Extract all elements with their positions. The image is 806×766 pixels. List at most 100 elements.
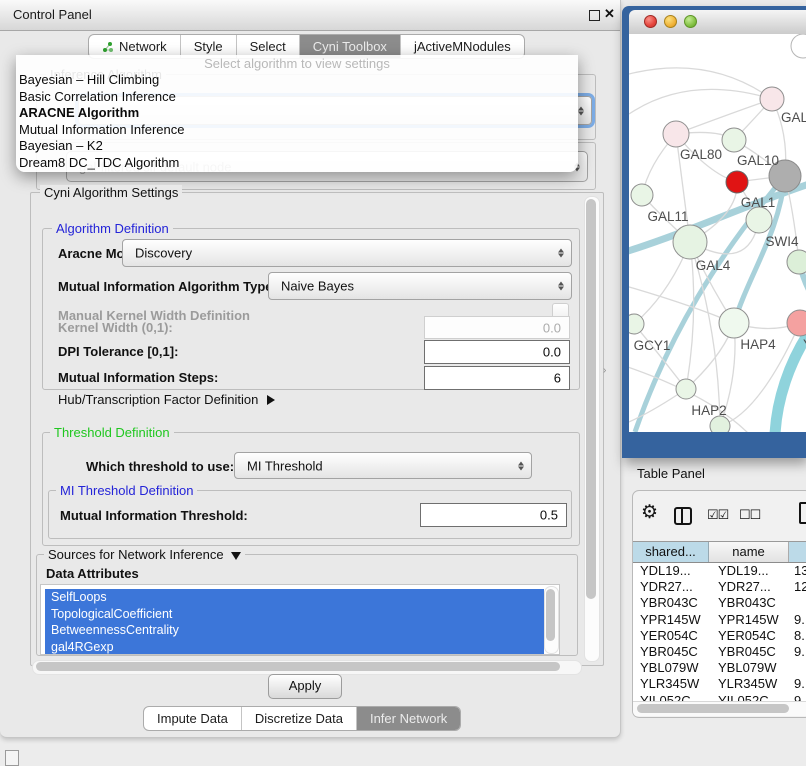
data-attributes-list[interactable]: SelfLoopsTopologicalCoefficientBetweenne… [40,584,560,655]
attribute-item-topologicalcoefficient[interactable]: TopologicalCoefficient [45,606,544,623]
collapsed-arrow-icon [267,395,275,405]
apply-button[interactable]: Apply [268,674,342,699]
network-node[interactable] [710,416,730,432]
table-hscrollbar-track[interactable] [633,701,806,716]
network-node[interactable] [787,250,806,274]
table-panel: ⚙ ☑☑ ☐☐ shared... name YDL19...YDL19...1… [632,490,806,718]
close-traffic-light-icon[interactable] [644,15,657,28]
network-node-gal11[interactable] [631,184,653,206]
which-threshold-value: MI Threshold [247,458,323,473]
dropdown-item-dream8-dc-tdc-algorithm[interactable]: Dream8 DC_TDC Algorithm [16,155,578,172]
node-label: HAP4 [740,337,776,352]
float-window-icon[interactable] [589,10,600,21]
network-node-gal10[interactable] [722,128,746,152]
network-node-swi4[interactable] [746,207,772,233]
table-row[interactable]: YIL052CYIL052C9 [633,693,806,702]
column-header-partial[interactable] [789,542,806,562]
which-threshold-label: Which threshold to use: [86,459,234,474]
dropdown-item-basic-correlation-inference[interactable]: Basic Correlation Inference [16,89,578,106]
node-label: GAL80 [680,147,722,162]
minimize-traffic-light-icon[interactable] [664,15,677,28]
combo-arrows-icon [518,460,524,471]
kernel-width-value: 0.0 [543,320,561,335]
threshold-definition-title: Threshold Definition [50,425,174,440]
table-rows: YDL19...YDL19...13YDR27...YDR27...12YBR0… [633,563,806,701]
network-node-hap2[interactable] [676,379,696,399]
mi-threshold-value: 0.5 [540,508,558,523]
zoom-traffic-light-icon[interactable] [684,15,697,28]
list-scrollbar-thumb[interactable] [546,589,555,641]
network-node-y[interactable] [787,310,806,336]
table-panel-title: Table Panel [637,466,705,481]
control-panel-titlebar[interactable]: Control Panel ✕ [0,0,620,31]
network-node-gal80[interactable] [663,121,689,147]
attribute-item-selfloops[interactable]: SelfLoops [45,589,544,606]
dropdown-item-aracne-algorithm[interactable]: ARACNE Algorithm [16,105,578,122]
node-label: SWI4 [765,234,798,249]
table-row[interactable]: YER054CYER054C8. [633,628,806,644]
checked-columns-icon[interactable]: ☑☑ [707,507,728,523]
table-row[interactable]: YBR043CYBR043C [633,595,806,611]
dropdown-item-bayesian-k2[interactable]: Bayesian – K2 [16,138,578,155]
window-title: Control Panel [13,7,92,22]
mi-threshold-field[interactable]: 0.5 [420,503,567,527]
column-header-shared-name[interactable]: shared... [633,542,709,562]
aracne-mode-value: Discovery [135,246,192,261]
table-hscrollbar-thumb[interactable] [637,704,789,713]
column-header-name[interactable]: name [709,542,789,562]
combo-arrows-icon [558,281,564,292]
sources-toggle[interactable]: Sources for Network Inference [44,547,245,562]
table-row[interactable]: YDL19...YDL19...13 [633,563,806,579]
mi-type-label: Mutual Information Algorithm Type: [58,279,277,294]
algorithm-dropdown-popup: Select algorithm to view settings Bayesi… [16,55,578,172]
expanded-arrow-icon [231,552,241,560]
attribute-item-gal4rgexp[interactable]: gal4RGexp [45,639,544,656]
control-panel-window: Control Panel ✕ Inference Algorithm gal-… [0,0,621,738]
window-grip[interactable] [5,750,19,766]
gear-icon[interactable]: ⚙ [641,501,658,524]
hub-definition-toggle[interactable]: Hub/Transcription Factor Definition [58,392,275,407]
network-node-hap4[interactable] [719,308,749,338]
node-label: GAL [781,110,806,125]
mi-threshold-label: Mutual Information Threshold: [60,508,248,523]
network-canvas[interactable]: GALGAL80GAL10GAL1GAL11SWI4GAL4GCY1HAP4YH… [629,34,806,432]
network-node-gal[interactable] [760,87,784,111]
thin-edges [629,68,800,432]
table-row[interactable]: YBL079WYBL079W [633,660,806,676]
bottom-tab-infer-network[interactable]: Infer Network [356,707,460,730]
document-icon[interactable] [799,502,806,524]
table-row[interactable]: YPR145WYPR145W9. [633,612,806,628]
network-node-gal4[interactable] [673,225,707,259]
which-threshold-combo[interactable]: MI Threshold [234,452,532,479]
dropdown-item-mutual-information-inference[interactable]: Mutual Information Inference [16,122,578,139]
kernel-width-label: Kernel Width (0,1): [58,320,173,335]
network-window-titlebar[interactable] [629,10,806,35]
mi-type-value: Naive Bayes [281,279,354,294]
bottom-tab-discretize-data[interactable]: Discretize Data [241,707,356,730]
node-label: GAL11 [647,209,688,224]
network-node[interactable] [791,34,806,58]
table-row[interactable]: YDR27...YDR27...12 [633,579,806,595]
mi-type-combo[interactable]: Naive Bayes [268,272,572,300]
unchecked-columns-icon[interactable]: ☐☐ [739,507,760,523]
attribute-item-betweennesscentrality[interactable]: BetweennessCentrality [45,622,544,639]
network-node-gal1[interactable] [726,171,748,193]
table-row[interactable]: YLR345WYLR345W9. [633,676,806,692]
aracne-mode-combo[interactable]: Discovery [122,239,572,267]
table-row[interactable]: YBR045CYBR045C9. [633,644,806,660]
network-view-window: GALGAL80GAL10GAL1GAL11SWI4GAL4GCY1HAP4YH… [622,6,806,458]
mi-steps-field[interactable]: 6 [424,366,570,390]
network-node-gcy1[interactable] [629,314,644,334]
bottom-tab-impute-data[interactable]: Impute Data [144,707,241,730]
kernel-width-field[interactable]: 0.0 [424,316,570,339]
dpi-tolerance-field[interactable]: 0.0 [424,340,570,364]
splitter-handle-icon[interactable]: › [603,365,606,376]
combo-arrows-icon [558,248,564,259]
settings-vscrollbar-thumb[interactable] [586,199,596,599]
close-icon[interactable]: ✕ [604,6,615,22]
split-view-icon[interactable] [674,507,692,525]
dropdown-item-bayesian-hill-climbing[interactable]: Bayesian – Hill Climbing [16,72,578,89]
data-attributes-label: Data Attributes [46,566,139,581]
settings-hscrollbar-thumb[interactable] [36,662,560,671]
combo-arrows-icon [578,105,584,116]
